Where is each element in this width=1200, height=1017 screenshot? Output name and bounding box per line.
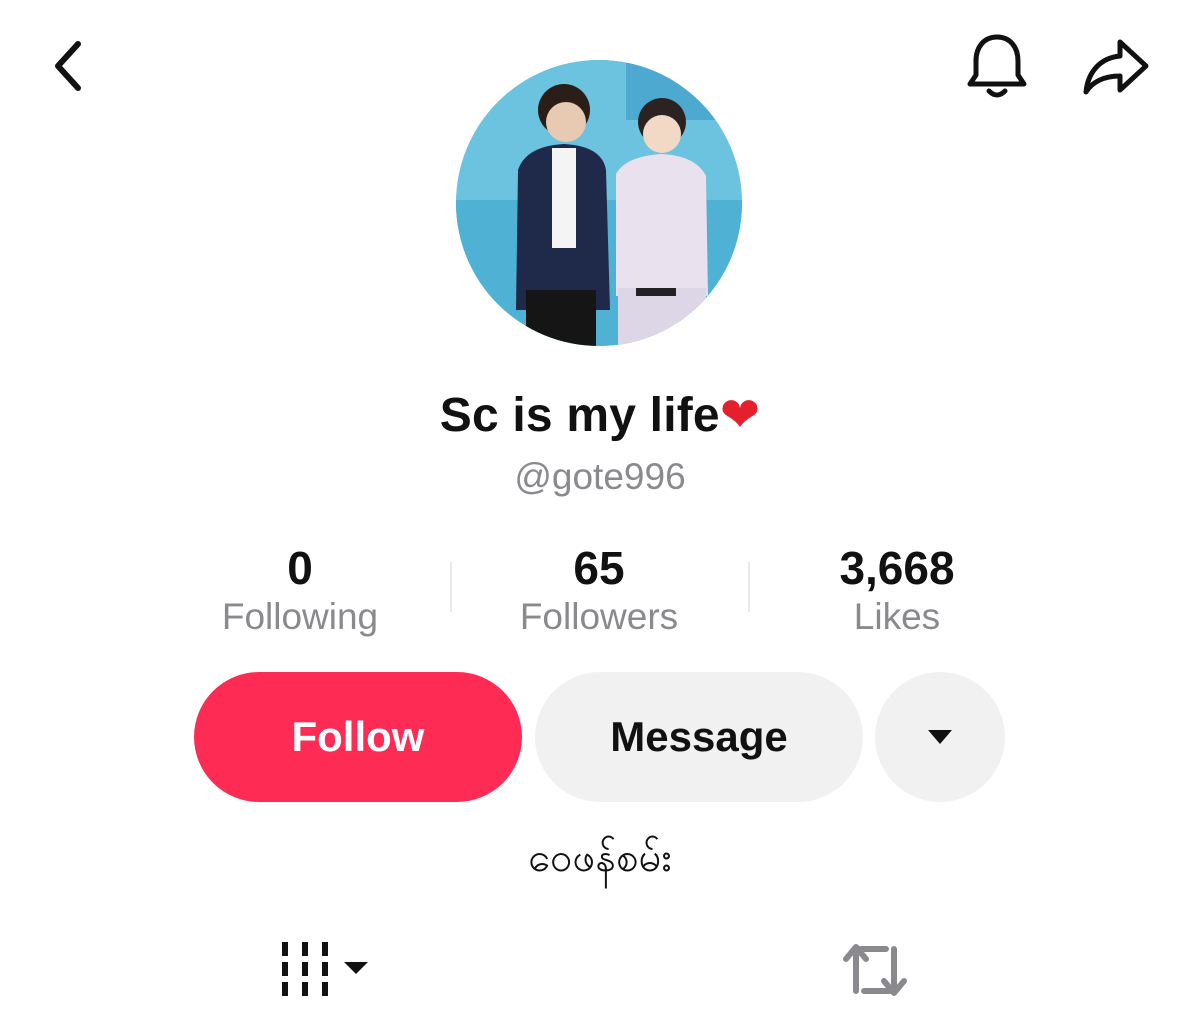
stat-likes-label: Likes xyxy=(853,596,941,637)
stat-divider xyxy=(450,562,452,612)
repost-icon xyxy=(843,944,907,996)
triangle-down-icon xyxy=(928,730,952,744)
display-name-text: Sc is my life xyxy=(439,389,720,442)
stat-following-label: Following xyxy=(221,596,379,637)
avatar[interactable] xyxy=(456,60,742,346)
follow-button[interactable]: Follow xyxy=(194,672,522,802)
stat-divider xyxy=(748,562,750,612)
bell-icon xyxy=(967,34,1027,98)
tab-videos[interactable] xyxy=(276,935,376,1005)
stat-following[interactable]: 0 Following xyxy=(170,538,430,640)
message-button[interactable]: Message xyxy=(535,672,863,802)
bio-text: ဝေဖန်စမ်း xyxy=(528,835,672,881)
avatar-photo xyxy=(456,60,742,346)
stat-following-count: 0 xyxy=(287,542,313,594)
stat-likes[interactable]: 3,668 Likes xyxy=(767,538,1027,640)
stat-likes-count: 3,668 xyxy=(839,542,955,594)
stat-followers-count: 65 xyxy=(573,542,625,594)
share-button[interactable] xyxy=(1078,32,1154,100)
grid-videos-icon xyxy=(282,942,368,996)
share-arrow-icon xyxy=(1083,39,1149,95)
stat-followers-label: Followers xyxy=(519,596,679,637)
back-button[interactable] xyxy=(40,36,96,96)
stat-followers[interactable]: 65 Followers xyxy=(469,538,729,640)
chevron-left-icon xyxy=(55,41,81,91)
heart-emoji-icon: ❤ xyxy=(719,387,761,443)
username-handle: @gote996 xyxy=(514,456,686,497)
display-name: Sc is my life❤ xyxy=(0,380,1200,451)
tab-reposts[interactable] xyxy=(842,935,912,1005)
notification-button[interactable] xyxy=(962,30,1032,102)
suggested-accounts-button[interactable] xyxy=(875,672,1005,802)
